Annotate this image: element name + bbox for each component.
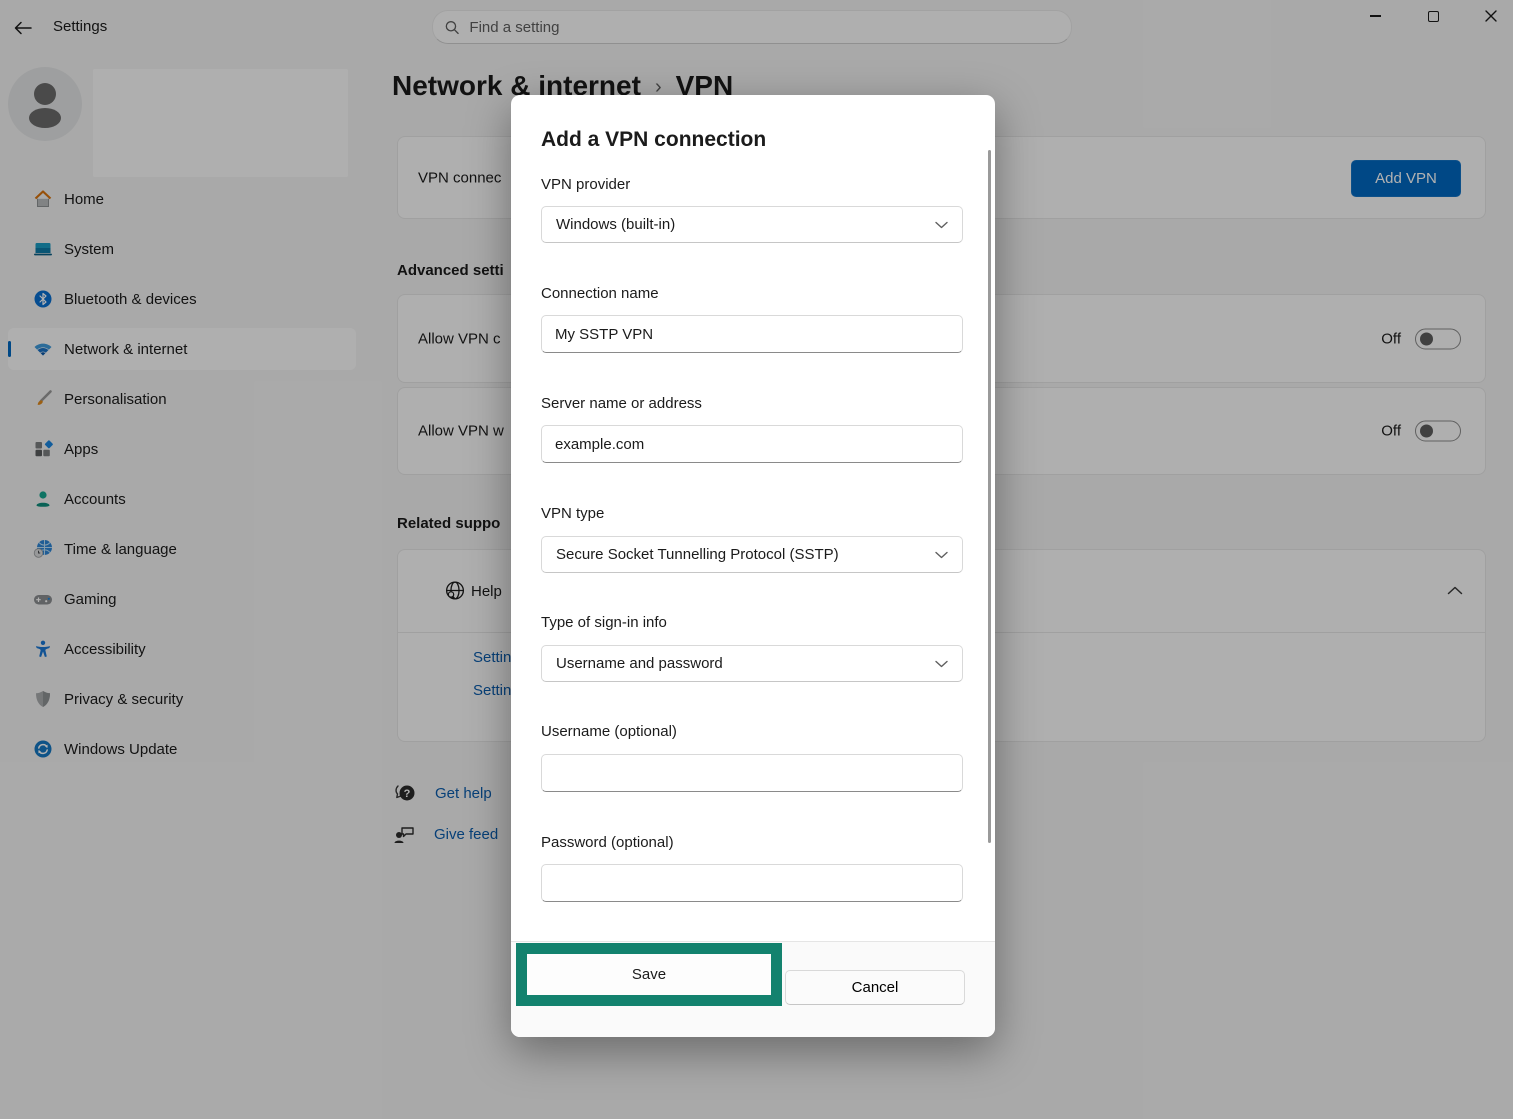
- settings-window: Settings: [0, 0, 1513, 1119]
- signin-type-value: Username and password: [556, 655, 723, 672]
- save-button[interactable]: Save: [527, 954, 771, 995]
- signin-type-label: Type of sign-in info: [541, 614, 667, 631]
- dialog-scrollbar[interactable]: [988, 150, 991, 843]
- chevron-down-icon: [935, 221, 948, 229]
- cancel-button[interactable]: Cancel: [785, 970, 965, 1005]
- vpn-type-label: VPN type: [541, 505, 604, 522]
- add-vpn-dialog: Add a VPN connection VPN provider Window…: [511, 95, 995, 1037]
- dialog-title: Add a VPN connection: [541, 128, 766, 152]
- password-label: Password (optional): [541, 834, 674, 851]
- save-button-highlight: Save: [516, 943, 782, 1006]
- server-name-label: Server name or address: [541, 395, 702, 412]
- vpn-provider-label: VPN provider: [541, 176, 630, 193]
- connection-name-input[interactable]: [541, 315, 963, 353]
- username-input[interactable]: [541, 754, 963, 792]
- vpn-type-value: Secure Socket Tunnelling Protocol (SSTP): [556, 546, 839, 563]
- vpn-provider-value: Windows (built-in): [556, 216, 675, 233]
- chevron-down-icon: [935, 551, 948, 559]
- username-label: Username (optional): [541, 723, 677, 740]
- server-name-input[interactable]: [541, 425, 963, 463]
- vpn-type-select[interactable]: Secure Socket Tunnelling Protocol (SSTP): [541, 536, 963, 573]
- password-input[interactable]: [541, 864, 963, 902]
- connection-name-label: Connection name: [541, 285, 659, 302]
- signin-type-select[interactable]: Username and password: [541, 645, 963, 682]
- vpn-provider-select[interactable]: Windows (built-in): [541, 206, 963, 243]
- chevron-down-icon: [935, 660, 948, 668]
